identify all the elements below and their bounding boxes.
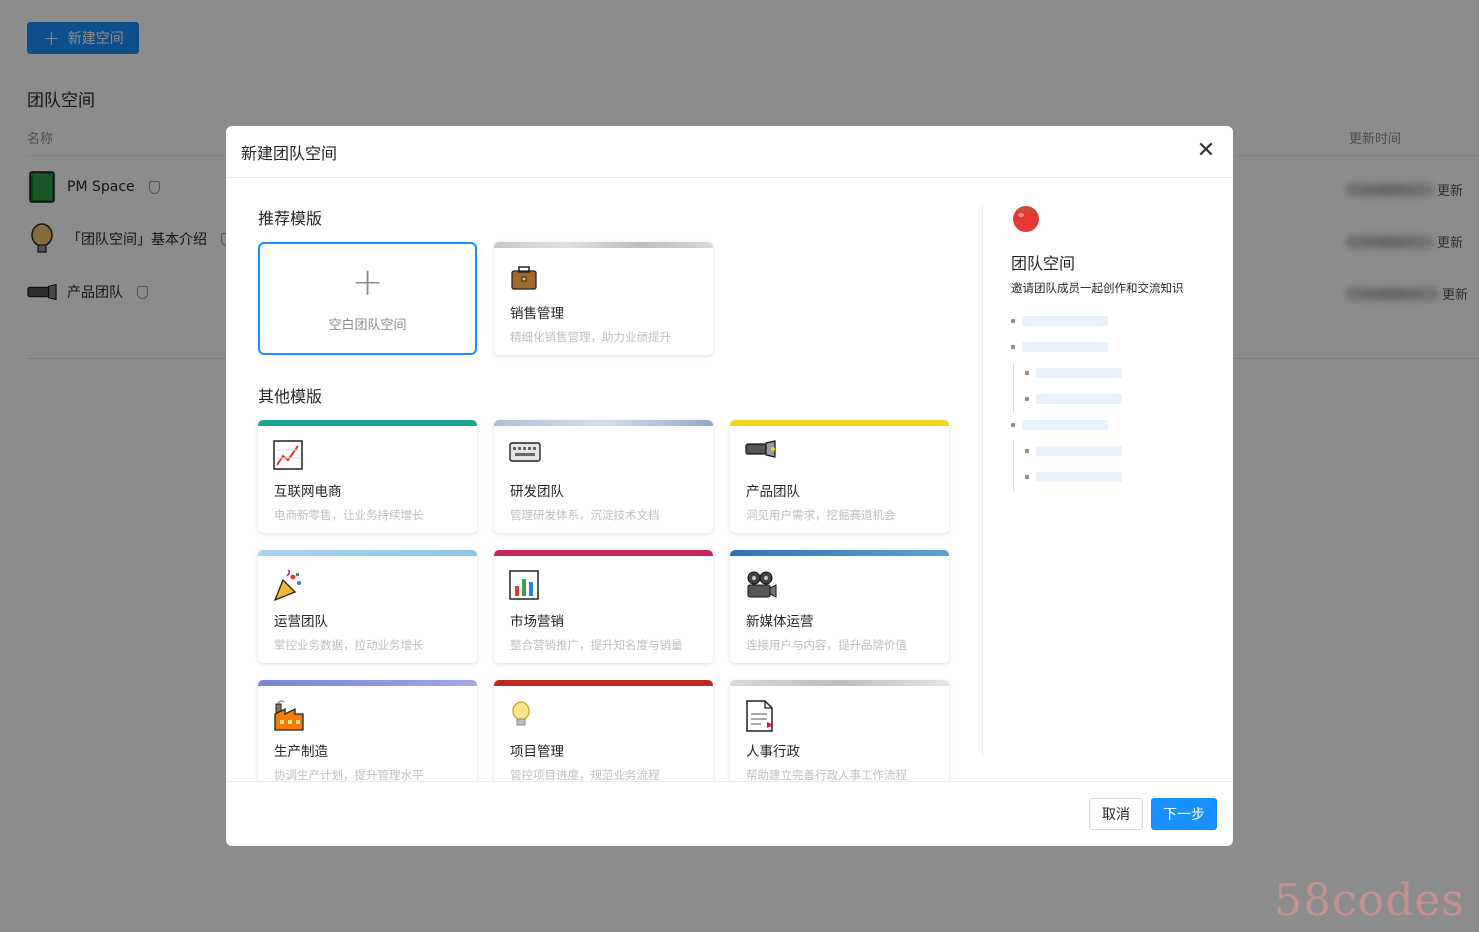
light-bulb-icon xyxy=(509,700,541,732)
bullet xyxy=(1011,423,1015,427)
skeleton-line xyxy=(1036,368,1122,378)
bar-chart-icon xyxy=(509,570,541,602)
card-title: 项目管理 xyxy=(510,744,564,760)
card-band xyxy=(258,420,477,426)
template-card-operations[interactable]: 运营团队 掌控业务数据，拉动业务增长 xyxy=(258,550,477,663)
card-description: 帮助建立完善行政人事工作流程 xyxy=(746,768,907,781)
template-card-project[interactable]: 项目管理 管控项目进度，规范业务流程 xyxy=(494,680,713,781)
dialog-title: 新建团队空间 xyxy=(241,143,338,163)
card-title: 运营团队 xyxy=(274,614,328,630)
card-band xyxy=(494,420,713,426)
recommended-title: 推荐模版 xyxy=(258,209,323,228)
skeleton-line xyxy=(1022,342,1108,352)
skeleton-line xyxy=(1022,316,1108,326)
card-band xyxy=(494,680,713,686)
card-band xyxy=(494,550,713,556)
card-description: 洞见用户需求，挖掘赛道机会 xyxy=(746,508,896,522)
card-description: 协调生产计划，提升管理水平 xyxy=(274,768,424,781)
dialog-header: 新建团队空间 xyxy=(226,126,1233,178)
next-button[interactable]: 下一步 xyxy=(1151,798,1217,830)
bullet xyxy=(1011,345,1015,349)
card-title: 产品团队 xyxy=(746,484,800,500)
card-band xyxy=(730,420,949,426)
template-card-hr[interactable]: 人事行政 帮助建立完善行政人事工作流程 xyxy=(730,680,949,781)
tree-line xyxy=(1013,363,1014,413)
card-band xyxy=(730,550,949,556)
document-icon xyxy=(745,700,777,732)
template-card-manufacturing[interactable]: 生产制造 协调生产计划，提升管理水平 xyxy=(258,680,477,781)
flashlight-icon xyxy=(745,440,777,472)
template-preview: 团队空间 邀请团队成员一起创作和交流知识 xyxy=(1010,179,1220,781)
tree-line xyxy=(1013,441,1014,491)
watermark: 58codes xyxy=(1274,875,1465,926)
plus-icon: + xyxy=(351,260,384,304)
new-team-space-dialog: 新建团队空间 ✕ 推荐模版 + 空白团队空间 销售管理 精细化销售管理，助力业绩… xyxy=(226,126,1233,846)
bullet xyxy=(1011,319,1015,323)
card-title: 互联网电商 xyxy=(274,484,342,500)
skeleton-line xyxy=(1036,446,1122,456)
bullet xyxy=(1025,475,1029,479)
divider xyxy=(982,205,983,757)
skeleton-line xyxy=(1036,472,1122,482)
blank-space-card[interactable]: + 空白团队空间 xyxy=(258,242,477,355)
card-description: 整合营销推广，提升知名度与销量 xyxy=(510,638,683,652)
card-description: 连接用户与内容，提升品牌价值 xyxy=(746,638,907,652)
briefcase-icon xyxy=(509,262,541,294)
template-card-ecommerce[interactable]: 互联网电商 电商新零售，让业务持续增长 xyxy=(258,420,477,533)
template-card-sales[interactable]: 销售管理 精细化销售管理，助力业绩提升 xyxy=(494,242,713,355)
close-icon[interactable]: ✕ xyxy=(1195,140,1217,162)
party-popper-icon xyxy=(273,569,305,602)
card-title: 人事行政 xyxy=(746,744,800,760)
blank-space-label: 空白团队空间 xyxy=(328,318,407,333)
tomato-icon xyxy=(1010,201,1044,235)
card-band xyxy=(258,680,477,686)
template-card-product[interactable]: 产品团队 洞见用户需求，挖掘赛道机会 xyxy=(730,420,949,533)
bullet xyxy=(1025,449,1029,453)
card-band xyxy=(258,550,477,556)
template-card-marketing[interactable]: 市场营销 整合营销推广，提升知名度与销量 xyxy=(494,550,713,663)
card-description: 掌控业务数据，拉动业务增长 xyxy=(274,638,424,652)
chart-increasing-icon xyxy=(273,440,305,472)
template-card-rnd[interactable]: 研发团队 管理研发体系，沉淀技术文档 xyxy=(494,420,713,533)
template-card-new-media[interactable]: 新媒体运营 连接用户与内容，提升品牌价值 xyxy=(730,550,949,663)
bullet xyxy=(1025,371,1029,375)
film-projector-icon xyxy=(745,570,777,602)
cancel-button[interactable]: 取消 xyxy=(1089,798,1143,830)
card-band xyxy=(494,242,713,248)
dialog-footer: 取消 下一步 xyxy=(226,781,1233,846)
card-description: 电商新零售，让业务持续增长 xyxy=(274,508,424,522)
card-title: 新媒体运营 xyxy=(746,614,814,630)
bullet xyxy=(1025,397,1029,401)
card-description: 管理研发体系，沉淀技术文档 xyxy=(510,508,660,522)
card-title: 研发团队 xyxy=(510,484,564,500)
keyboard-icon xyxy=(509,440,541,472)
skeleton-line xyxy=(1022,420,1108,430)
factory-icon xyxy=(273,700,305,732)
card-band xyxy=(730,680,949,686)
card-description: 管控项目进度，规范业务流程 xyxy=(510,768,660,781)
card-title: 市场营销 xyxy=(510,614,564,630)
template-list[interactable]: 推荐模版 + 空白团队空间 销售管理 精细化销售管理，助力业绩提升 其他模版 互… xyxy=(258,179,958,781)
card-description: 精细化销售管理，助力业绩提升 xyxy=(510,330,671,344)
other-templates-title: 其他模版 xyxy=(258,387,323,406)
dialog-body: 推荐模版 + 空白团队空间 销售管理 精细化销售管理，助力业绩提升 其他模版 互… xyxy=(226,179,1233,781)
card-title: 生产制造 xyxy=(274,744,328,760)
preview-description: 邀请团队成员一起创作和交流知识 xyxy=(1011,281,1184,295)
skeleton-line xyxy=(1036,394,1122,404)
preview-title: 团队空间 xyxy=(1011,254,1076,273)
card-title: 销售管理 xyxy=(510,306,564,322)
